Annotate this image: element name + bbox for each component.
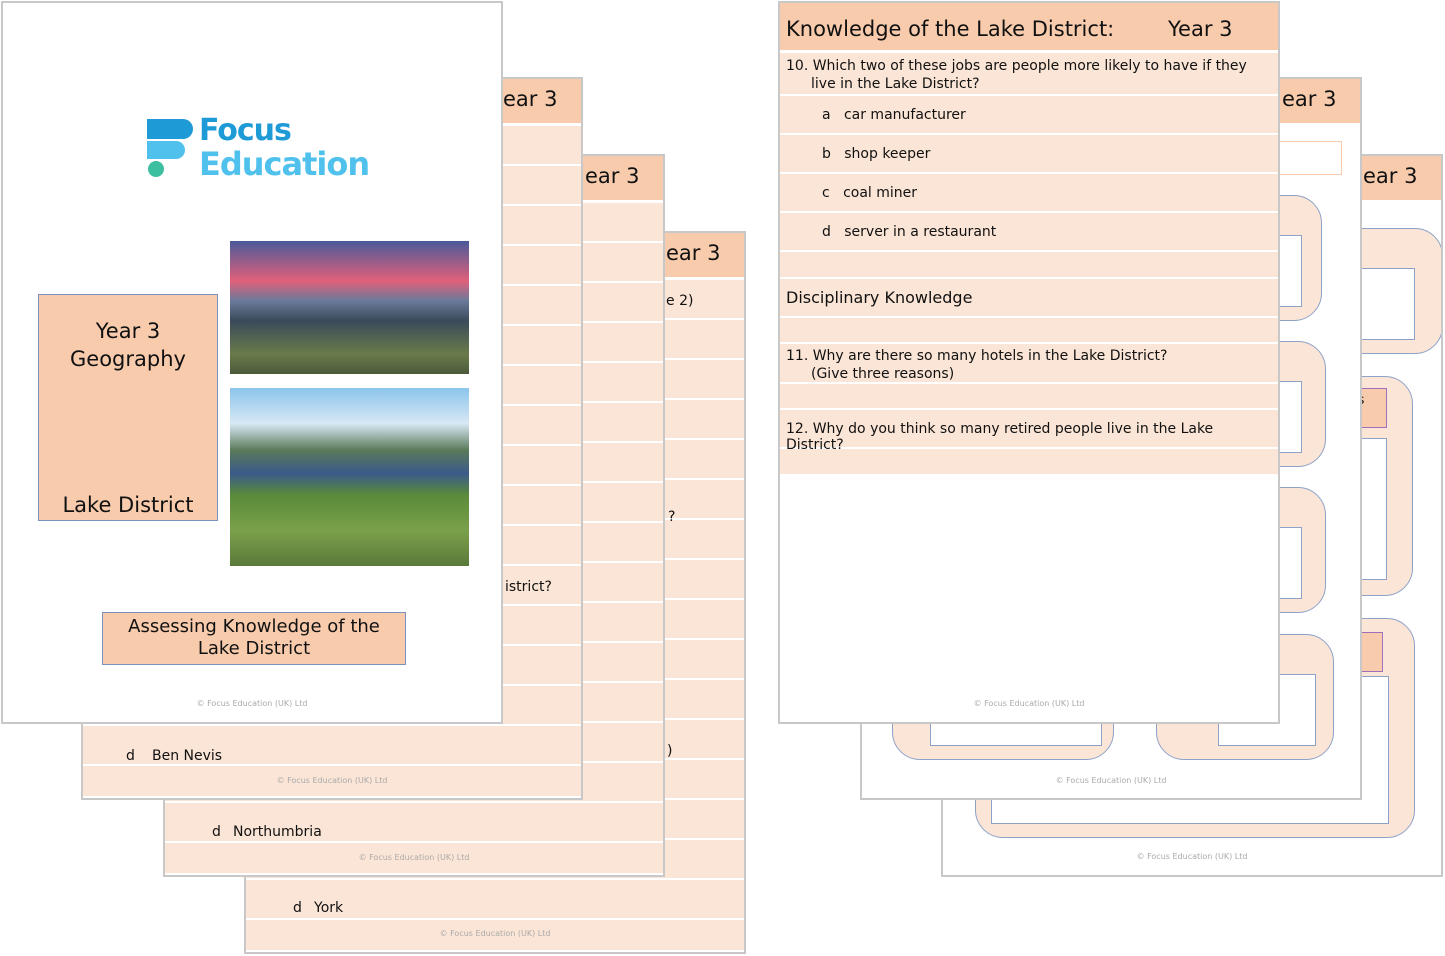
text-fragment: istrict? — [505, 579, 552, 595]
text-fragment: ) — [667, 743, 673, 759]
page-header: ear 3 — [1363, 164, 1418, 188]
option-row[interactable]: c coal miner — [780, 174, 1278, 213]
option-row[interactable]: a car manufacturer — [780, 96, 1278, 135]
question-11: 11. Why are there so many hotels in the … — [780, 344, 1278, 384]
option-text: Ben Nevis — [152, 748, 223, 764]
page-header: ear 3 — [503, 87, 558, 111]
page-header: ear 3 — [585, 164, 640, 188]
landscape-photo-sunset — [230, 241, 469, 374]
copyright: © Focus Education (UK) Ltd — [1055, 776, 1167, 785]
option-letter: d — [212, 824, 221, 840]
text-fragment: ? — [668, 509, 676, 525]
landscape-photo-lake — [230, 388, 469, 566]
page-header: ear 3 — [1282, 87, 1337, 111]
option-text: Northumbria — [233, 824, 322, 840]
copyright: © Focus Education (UK) Ltd — [196, 699, 308, 708]
option-letter: d — [126, 748, 135, 764]
year-subject-box: Year 3 Geography Lake District — [38, 294, 218, 521]
page-header: ear 3 — [666, 241, 721, 265]
copyright: © Focus Education (UK) Ltd — [439, 929, 551, 938]
text-fragment: e 2) — [666, 293, 694, 309]
question-12: 12. Why do you think so many retired peo… — [780, 410, 1278, 453]
option-row[interactable]: d server in a restaurant — [780, 213, 1278, 252]
year-label: Year 3 — [1168, 17, 1233, 41]
option-row[interactable]: b shop keeper — [780, 135, 1278, 174]
worksheet-page-front: Knowledge of the Lake District: Year 3 10… — [778, 1, 1280, 724]
option-text: York — [314, 900, 344, 916]
copyright: © Focus Education (UK) Ltd — [1136, 852, 1248, 861]
page-title: Knowledge of the Lake District: — [786, 17, 1115, 41]
cover-page: Focus Education Year 3 Geography Lake Di… — [1, 1, 503, 724]
question-10: 10. Which two of these jobs are people m… — [780, 53, 1278, 96]
copyright: © Focus Education (UK) Ltd — [358, 853, 470, 862]
title-box: Assessing Knowledge of the Lake District — [102, 612, 406, 665]
option-letter: d — [293, 900, 302, 916]
copyright: © Focus Education (UK) Ltd — [973, 699, 1085, 708]
section-heading: Disciplinary Knowledge — [780, 279, 1278, 318]
copyright: © Focus Education (UK) Ltd — [276, 776, 388, 785]
